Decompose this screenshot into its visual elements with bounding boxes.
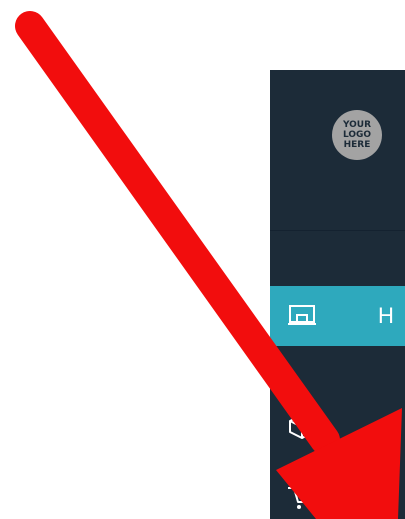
logo-text-line: LOGO [342,130,372,140]
logo-placeholder[interactable]: YOUR LOGO HERE [332,110,382,160]
logo-area: YOUR LOGO HERE [270,70,405,230]
sidebar-item-products[interactable]: Pr [270,400,405,460]
sidebar-item-label: H [378,303,394,328]
sidebar-item-orders[interactable]: O [270,470,405,519]
sidebar: YOUR LOGO HERE H Pr O [270,70,405,519]
monitor-icon [286,302,318,330]
box-icon [286,412,318,440]
sidebar-item-home[interactable]: H [270,286,405,346]
logo-text-line: YOUR [342,120,372,130]
logo-text-line: HERE [343,140,371,150]
sidebar-item-label: Pr [378,416,400,441]
cart-icon [286,484,318,512]
sidebar-item-label: O [378,484,396,509]
sidebar-divider [270,230,405,231]
